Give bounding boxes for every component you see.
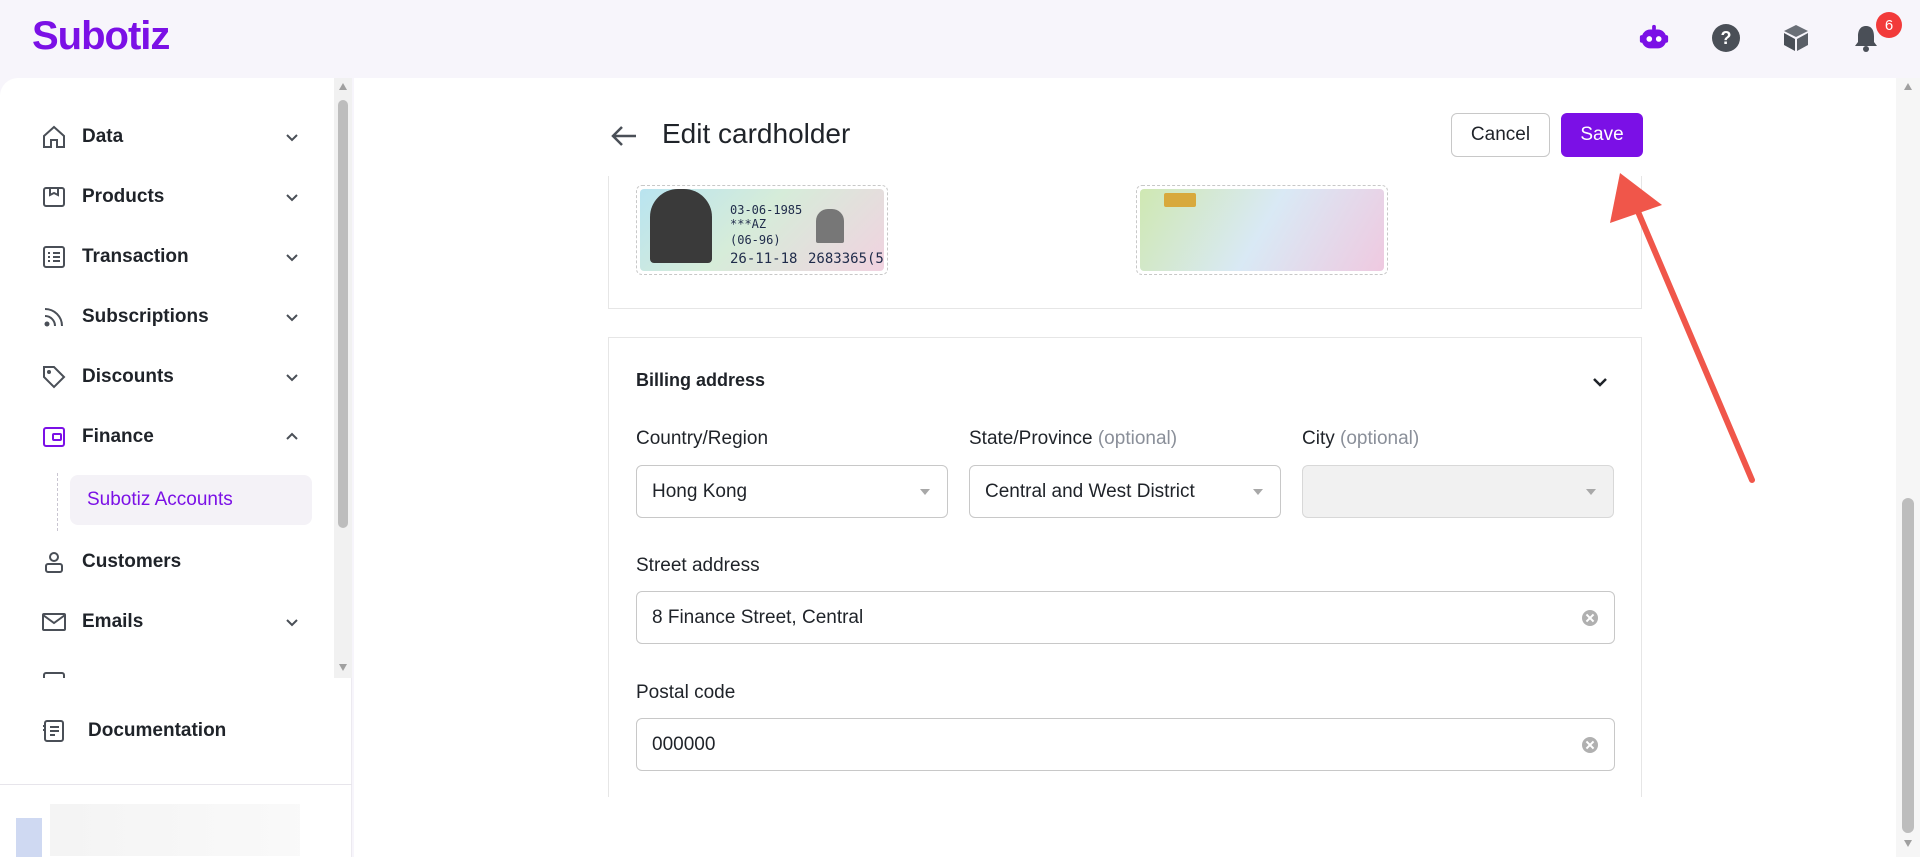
main-scrollbar[interactable] bbox=[1896, 78, 1920, 857]
assistant-bot-icon[interactable] bbox=[1638, 22, 1670, 54]
back-arrow-icon[interactable] bbox=[606, 118, 642, 154]
scroll-up-icon[interactable] bbox=[338, 82, 348, 92]
city-label: City (optional) bbox=[1302, 428, 1420, 449]
sidebar-item-label: Documentation bbox=[88, 720, 227, 741]
list-icon bbox=[38, 241, 70, 273]
id-card-front-image[interactable]: 03-06-1985 ***AZ (06-96) 26-11-18 268336… bbox=[636, 185, 888, 275]
product-icon bbox=[38, 181, 70, 213]
sidebar: Data Products Transaction Subscriptions … bbox=[0, 78, 352, 857]
sidebar-item-label: Emails bbox=[82, 611, 144, 632]
country-select[interactable]: Hong Kong bbox=[636, 465, 948, 518]
document-icon bbox=[38, 715, 70, 747]
postal-value: 000000 bbox=[652, 733, 716, 755]
rss-icon bbox=[38, 301, 70, 333]
city-select[interactable] bbox=[1302, 465, 1614, 518]
top-bar: Subotiz ? 6 bbox=[0, 0, 1920, 78]
scroll-down-icon[interactable] bbox=[1903, 838, 1913, 848]
logo[interactable]: Subotiz bbox=[32, 14, 170, 59]
scroll-down-icon[interactable] bbox=[338, 662, 348, 672]
state-label: State/Province (optional) bbox=[969, 428, 1178, 449]
caret-down-icon bbox=[1586, 489, 1596, 495]
cancel-button[interactable]: Cancel bbox=[1451, 113, 1550, 157]
chevron-down-icon bbox=[286, 194, 298, 202]
page-title: Edit cardholder bbox=[662, 118, 851, 149]
sidebar-item-emails[interactable]: Emails bbox=[38, 600, 302, 644]
postal-code-input[interactable]: 000000 bbox=[636, 718, 1615, 771]
sidebar-item-label: Transaction bbox=[82, 246, 189, 267]
user-icon bbox=[38, 546, 70, 578]
sidebar-item-data[interactable]: Data bbox=[38, 115, 302, 159]
notification-badge: 6 bbox=[1876, 12, 1902, 38]
id-text-line: (06-96) bbox=[730, 233, 781, 247]
sidebar-item-subotiz-accounts[interactable]: Subotiz Accounts bbox=[70, 475, 312, 525]
chevron-down-icon bbox=[286, 254, 298, 262]
sidebar-item-label: Subscriptions bbox=[82, 306, 209, 327]
sidebar-item-label: Discounts bbox=[82, 366, 174, 387]
tree-line bbox=[57, 473, 58, 531]
caret-down-icon bbox=[920, 489, 930, 495]
street-address-input[interactable]: 8 Finance Street, Central bbox=[636, 591, 1615, 644]
id-card-back-face bbox=[1140, 189, 1384, 271]
user-info[interactable] bbox=[50, 804, 300, 856]
card-chip bbox=[1164, 193, 1196, 207]
sidebar-item-transaction[interactable]: Transaction bbox=[38, 235, 302, 279]
small-portrait-photo bbox=[816, 209, 844, 243]
country-value: Hong Kong bbox=[652, 480, 748, 502]
chevron-down-icon bbox=[286, 374, 298, 382]
street-label: Street address bbox=[636, 555, 760, 576]
help-icon[interactable]: ? bbox=[1710, 22, 1742, 54]
svg-text:?: ? bbox=[1721, 28, 1732, 48]
sidebar-item-label: Data bbox=[82, 126, 124, 147]
divider bbox=[0, 784, 352, 785]
id-text-line: 2683365(5) bbox=[808, 251, 884, 267]
state-select[interactable]: Central and West District bbox=[969, 465, 1281, 518]
sidebar-item-documentation[interactable]: Documentation bbox=[38, 709, 302, 753]
id-card-front-face: 03-06-1985 ***AZ (06-96) 26-11-18 268336… bbox=[640, 189, 884, 271]
sidebar-item-label: Customers bbox=[82, 551, 182, 572]
sidebar-item-label: Finance bbox=[82, 426, 154, 447]
sidebar-item-customers[interactable]: Customers bbox=[38, 540, 302, 584]
id-text-line: 26-11-18 bbox=[730, 251, 798, 267]
chevron-down-icon bbox=[286, 134, 298, 142]
sidebar-nav: Data Products Transaction Subscriptions … bbox=[0, 78, 334, 678]
id-card-back-image[interactable] bbox=[1136, 185, 1388, 275]
save-button[interactable]: Save bbox=[1561, 113, 1643, 157]
home-icon bbox=[38, 121, 70, 153]
sidebar-item-subscriptions[interactable]: Subscriptions bbox=[38, 295, 302, 339]
sidebar-scrollbar[interactable] bbox=[334, 78, 352, 678]
annotation-arrow-icon bbox=[1610, 173, 1755, 483]
sidebar-item-discounts[interactable]: Discounts bbox=[38, 355, 302, 399]
clear-icon[interactable] bbox=[1582, 610, 1598, 626]
sidebar-item-products[interactable]: Products bbox=[38, 175, 302, 219]
scroll-up-icon[interactable] bbox=[1903, 82, 1913, 92]
clear-icon[interactable] bbox=[1582, 737, 1598, 753]
calendar-icon bbox=[38, 666, 70, 678]
id-text-line: 03-06-1985 bbox=[730, 203, 803, 217]
chevron-down-icon bbox=[286, 314, 298, 322]
chevron-up-icon bbox=[286, 432, 298, 440]
tag-icon bbox=[38, 361, 70, 393]
country-label: Country/Region bbox=[636, 428, 769, 449]
chevron-down-icon bbox=[286, 619, 298, 627]
id-text-line: ***AZ bbox=[730, 217, 767, 231]
mail-icon bbox=[38, 606, 70, 638]
scroll-thumb[interactable] bbox=[1902, 498, 1914, 833]
sidebar-item-finance[interactable]: Finance bbox=[38, 415, 302, 459]
user-avatar[interactable] bbox=[16, 818, 42, 857]
postal-label: Postal code bbox=[636, 682, 736, 703]
caret-down-icon bbox=[1253, 489, 1263, 495]
portrait-photo bbox=[650, 189, 712, 263]
wallet-icon bbox=[38, 421, 70, 453]
sidebar-item-label: Products bbox=[82, 186, 165, 207]
state-value: Central and West District bbox=[985, 480, 1195, 502]
section-title: Billing address bbox=[636, 370, 766, 390]
street-value: 8 Finance Street, Central bbox=[652, 606, 864, 628]
package-icon[interactable] bbox=[1780, 22, 1812, 54]
sidebar-item-clipped[interactable] bbox=[38, 660, 302, 678]
scroll-thumb[interactable] bbox=[338, 100, 348, 528]
